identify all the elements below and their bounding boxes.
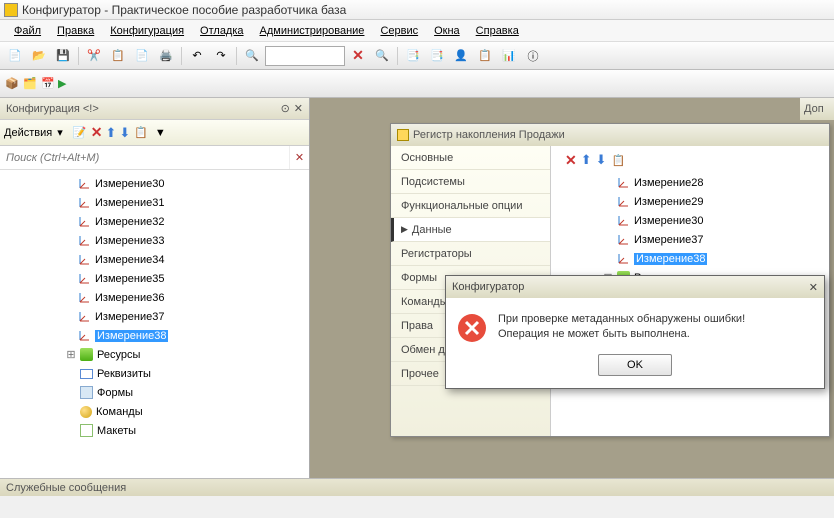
tree-item[interactable]: Измерение35 [30, 269, 309, 288]
titlebar: Конфигуратор - Практическое пособие разр… [0, 0, 834, 20]
tree-item[interactable]: Измерение33 [30, 231, 309, 250]
main-toolbar: 📄 📂 💾 ✂️ 📋 📄 🖨️ ↶ ↷ 🔍 ✕ 🔍 📑 📑 👤 📋 📊 ⓘ [0, 42, 834, 70]
search-row: ✕ [0, 146, 309, 170]
open-button[interactable]: 📂 [28, 45, 50, 67]
moveup-button[interactable]: ⬆ [105, 125, 116, 141]
configuration-panel: Конфигурация <!> ⊙ ✕ Действия ▾ 📝 ✕ ⬆ ⬇ … [0, 98, 310, 478]
tb-a[interactable]: 📑 [402, 45, 424, 67]
register-tree-item[interactable]: Измерение30 [597, 211, 823, 230]
reg-movedn-button[interactable]: ⬇ [596, 152, 607, 169]
status-text: Служебные сообщения [6, 482, 126, 494]
zoom-button[interactable]: 🔍 [241, 45, 263, 67]
register-tree-item[interactable]: Измерение28 [597, 173, 823, 192]
tb-user[interactable]: 👤 [450, 45, 472, 67]
register-icon [397, 129, 409, 141]
dialog-close-icon[interactable]: ✕ [809, 281, 818, 294]
statusbar: Служебные сообщения [0, 478, 834, 496]
menu-edit[interactable]: Правка [49, 23, 102, 39]
register-tree-item[interactable]: Измерение38 [597, 249, 823, 268]
menu-help[interactable]: Справка [468, 23, 527, 39]
tree-item[interactable]: Измерение34 [30, 250, 309, 269]
secondary-toolbar: 📦 🗂️ 📅 ▶ [0, 70, 834, 98]
config-tree[interactable]: Измерение30Измерение31Измерение32Измерен… [0, 170, 309, 478]
config-panel-header: Конфигурация <!> ⊙ ✕ [0, 98, 309, 120]
tree-item[interactable]: Измерение32 [30, 212, 309, 231]
delete-button[interactable]: ✕ [91, 124, 103, 141]
register-tree-item[interactable]: Измерение29 [597, 192, 823, 211]
menubar: Файл Правка Конфигурация Отладка Админис… [0, 20, 834, 42]
tree-folder[interactable]: Команды [30, 402, 309, 421]
register-tab[interactable]: Подсистемы [391, 170, 550, 194]
panel-close-icon[interactable]: ✕ [294, 102, 303, 115]
register-title: Регистр накопления Продажи [413, 129, 565, 141]
menu-windows[interactable]: Окна [426, 23, 468, 39]
props-button[interactable]: 📝 [72, 125, 88, 141]
tree-folder[interactable]: Макеты [30, 421, 309, 440]
error-icon [456, 312, 488, 344]
tree-item[interactable]: Измерение37 [30, 307, 309, 326]
register-tree-item[interactable]: Измерение37 [597, 230, 823, 249]
copy-button[interactable]: 📋 [107, 45, 129, 67]
toolbar-search[interactable] [265, 46, 345, 66]
menu-debug[interactable]: Отладка [192, 23, 251, 39]
tb2-c[interactable]: 📅 [40, 76, 56, 92]
tree-item[interactable]: Измерение36 [30, 288, 309, 307]
config-toolbar: Действия ▾ 📝 ✕ ⬆ ⬇ 📋 ▼ [0, 120, 309, 146]
tree-folder[interactable]: ⊞Ресурсы [30, 345, 309, 364]
search-clear[interactable]: ✕ [289, 146, 309, 169]
cut-button[interactable]: ✂️ [83, 45, 105, 67]
tb-info[interactable]: ⓘ [522, 45, 544, 67]
right-tab[interactable]: Доп [800, 98, 834, 120]
movedn-button[interactable]: ⬇ [119, 125, 130, 141]
tb2-a[interactable]: 📦 [4, 76, 20, 92]
tree-item[interactable]: Измерение31 [30, 193, 309, 212]
print-button[interactable]: 🖨️ [155, 45, 177, 67]
new-button[interactable]: 📄 [4, 45, 26, 67]
panel-pin-icon[interactable]: ⊙ [281, 102, 290, 115]
error-dialog: Конфигуратор ✕ При проверке метаданных о… [445, 275, 825, 389]
window-title: Конфигуратор - Практическое пособие разр… [22, 3, 346, 17]
dialog-line1: При проверке метаданных обнаружены ошибк… [498, 312, 745, 327]
tb2-run[interactable]: ▶ [58, 77, 66, 90]
undo-button[interactable]: ↶ [186, 45, 208, 67]
register-tab[interactable]: Основные [391, 146, 550, 170]
dialog-title: Конфигуратор [452, 281, 524, 293]
ok-button[interactable]: OK [598, 354, 672, 376]
search-clear-button[interactable]: ✕ [347, 45, 369, 67]
tb-d[interactable]: 📊 [498, 45, 520, 67]
sort-button[interactable]: 📋 [133, 125, 149, 141]
actions-label[interactable]: Действия [4, 127, 52, 139]
search-go-button[interactable]: 🔍 [371, 45, 393, 67]
register-titlebar[interactable]: Регистр накопления Продажи [391, 124, 829, 146]
config-panel-title: Конфигурация <!> [6, 103, 99, 115]
reg-list-button[interactable]: 📋 [611, 152, 627, 169]
search-input[interactable] [0, 146, 289, 169]
dialog-line2: Операция не может быть выполнена. [498, 327, 745, 342]
tb-c[interactable]: 📋 [474, 45, 496, 67]
menu-file[interactable]: Файл [6, 23, 49, 39]
register-tab[interactable]: ▶Данные [391, 218, 550, 242]
dialog-text: При проверке метаданных обнаружены ошибк… [498, 312, 745, 344]
menu-service[interactable]: Сервис [372, 23, 426, 39]
register-toolbar: ✕ ⬆ ⬇ 📋 [557, 152, 823, 169]
tree-item[interactable]: Измерение30 [30, 174, 309, 193]
filter-button[interactable]: ▼ [152, 125, 168, 141]
tree-item[interactable]: Измерение38 [30, 326, 309, 345]
reg-delete-button[interactable]: ✕ [565, 152, 577, 169]
tb-b[interactable]: 📑 [426, 45, 448, 67]
reg-moveup-button[interactable]: ⬆ [581, 152, 592, 169]
app-icon [4, 3, 18, 17]
paste-button[interactable]: 📄 [131, 45, 153, 67]
tb2-b[interactable]: 🗂️ [22, 76, 38, 92]
tree-folder[interactable]: Реквизиты [30, 364, 309, 383]
menu-admin[interactable]: Администрирование [252, 23, 373, 39]
redo-button[interactable]: ↷ [210, 45, 232, 67]
save-button[interactable]: 💾 [52, 45, 74, 67]
register-tab[interactable]: Регистраторы [391, 242, 550, 266]
dialog-titlebar[interactable]: Конфигуратор ✕ [446, 276, 824, 298]
tree-folder[interactable]: Формы [30, 383, 309, 402]
menu-configuration[interactable]: Конфигурация [102, 23, 192, 39]
register-tab[interactable]: Функциональные опции [391, 194, 550, 218]
